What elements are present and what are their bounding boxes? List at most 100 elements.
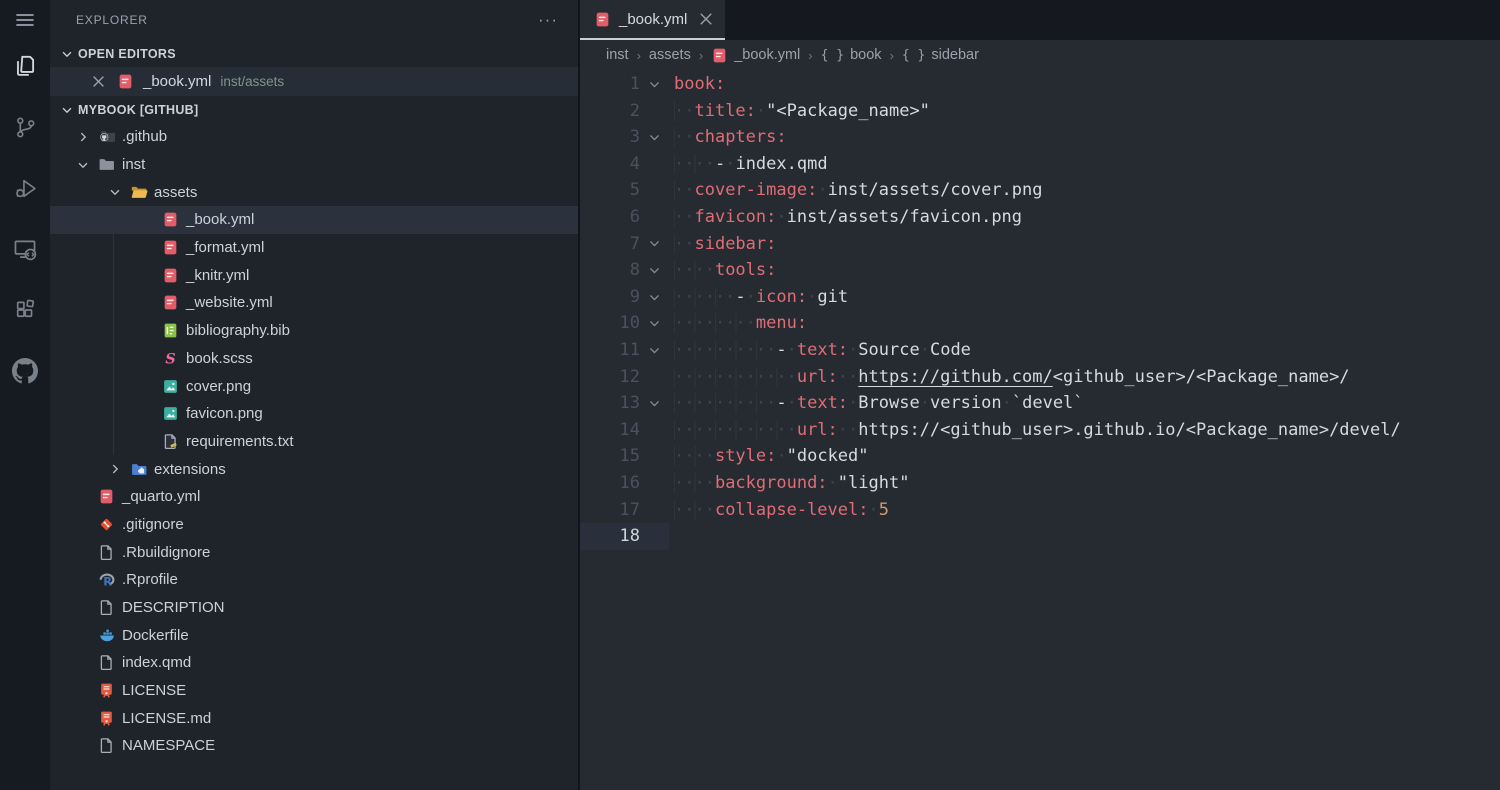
tree-item-description[interactable]: DESCRIPTION — [50, 594, 578, 622]
indent-guide — [113, 345, 114, 373]
tree-item-favicon-png[interactable]: favicon.png — [50, 400, 578, 428]
code-line-content[interactable]: ··········-·text:·Source·Code — [669, 337, 971, 364]
code-line-content[interactable]: ········menu: — [669, 310, 807, 337]
breadcrumb-item-inst[interactable]: inst — [606, 47, 629, 63]
code-line-content[interactable]: ····style:·"docked" — [669, 443, 869, 470]
line-number: 8 — [580, 257, 640, 284]
tree-item--rprofile[interactable]: R.Rprofile — [50, 566, 578, 594]
breadcrumb-item-sidebar[interactable]: { }sidebar — [902, 47, 979, 63]
line-number: 11 — [580, 337, 640, 364]
line-number: 13 — [580, 390, 640, 417]
tree-item-requirements-txt[interactable]: requirements.txt — [50, 428, 578, 456]
extensions-icon[interactable] — [1, 285, 49, 335]
tree-item--rbuildignore[interactable]: .Rbuildignore — [50, 538, 578, 566]
code-editor[interactable]: 1book:2··title:·"<Package_name>"3··chapt… — [580, 70, 1500, 790]
r-icon: R — [98, 571, 120, 588]
tree-item-label: .Rbuildignore — [122, 544, 210, 561]
breadcrumb-item-assets[interactable]: assets — [649, 47, 691, 63]
tree-item-dockerfile[interactable]: Dockerfile — [50, 621, 578, 649]
chevron-right-icon[interactable] — [74, 130, 98, 144]
tree-item-book-scss[interactable]: Sbook.scss — [50, 345, 578, 373]
open-editor-filename: _book.yml — [143, 73, 211, 90]
code-line-content[interactable]: ··title:·"<Package_name>" — [669, 98, 930, 125]
code-line-content[interactable]: ····collapse-level:·5 — [669, 497, 889, 524]
tree-item--book-yml[interactable]: _book.yml — [50, 206, 578, 234]
tree-item--format-yml[interactable]: _format.yml — [50, 234, 578, 262]
fold-chevron-icon[interactable] — [640, 390, 669, 417]
code-line-content[interactable]: ····tools: — [669, 257, 776, 284]
yaml-icon — [162, 294, 184, 311]
line-number: 6 — [580, 204, 640, 231]
license-icon — [98, 710, 120, 727]
tree-item-assets[interactable]: assets — [50, 178, 578, 206]
code-line-content[interactable]: ··chapters: — [669, 124, 787, 151]
line-number: 4 — [580, 151, 640, 178]
tree-item-cover-png[interactable]: cover.png — [50, 372, 578, 400]
open-editors-section-header[interactable]: OPEN EDITORS — [50, 40, 578, 67]
fold-spacer — [640, 417, 669, 444]
fold-spacer — [640, 177, 669, 204]
tree-item-inst[interactable]: inst — [50, 151, 578, 179]
chevron-right-icon[interactable] — [106, 462, 130, 476]
fold-chevron-icon[interactable] — [640, 71, 669, 98]
line-number: 18 — [580, 523, 640, 550]
remote-icon[interactable] — [1, 224, 49, 274]
fold-chevron-icon[interactable] — [640, 231, 669, 258]
tree-item-extensions[interactable]: extensions — [50, 455, 578, 483]
fold-chevron-icon[interactable] — [640, 284, 669, 311]
fold-chevron-icon[interactable] — [640, 337, 669, 364]
fold-chevron-icon[interactable] — [640, 310, 669, 337]
debug-icon[interactable] — [1, 163, 49, 213]
indent-guide — [113, 372, 114, 400]
code-line-4: 4 ····-·index.qmd — [580, 151, 1500, 178]
chevron-down-icon[interactable] — [74, 158, 98, 172]
fold-chevron-icon[interactable] — [640, 257, 669, 284]
tree-item--website-yml[interactable]: _website.yml — [50, 289, 578, 317]
code-line-12: 12············url:··https://github.com/<… — [580, 364, 1500, 391]
breadcrumb-item--book-yml[interactable]: _book.yml — [711, 47, 800, 64]
fold-chevron-icon[interactable] — [640, 124, 669, 151]
bib-icon — [162, 322, 184, 339]
tree-item--knitr-yml[interactable]: _knitr.yml — [50, 261, 578, 289]
tree-item-license[interactable]: LICENSE — [50, 677, 578, 705]
tree-item-index-qmd[interactable]: index.qmd — [50, 649, 578, 677]
more-actions-icon[interactable]: ··· — [538, 15, 558, 25]
open-editor-item[interactable]: _book.yml inst/assets — [50, 67, 578, 96]
breadcrumb-label: assets — [649, 47, 691, 63]
workspace-section-header[interactable]: MYBOOK [GITHUB] — [50, 96, 578, 123]
open-editor-path: inst/assets — [220, 74, 284, 89]
code-line-content[interactable]: ············url:··https://<github_user>.… — [669, 417, 1401, 444]
close-icon[interactable] — [699, 12, 713, 26]
code-line-content[interactable]: ··cover-image:·inst/assets/cover.png — [669, 177, 1043, 204]
line-number: 7 — [580, 231, 640, 258]
tree-item--quarto-yml[interactable]: _quarto.yml — [50, 483, 578, 511]
breadcrumb-item-book[interactable]: { }book — [821, 47, 882, 63]
tree-item--gitignore[interactable]: .gitignore — [50, 511, 578, 539]
source-control-icon[interactable] — [1, 102, 49, 152]
fold-spacer — [640, 443, 669, 470]
breadcrumb-separator: › — [808, 48, 812, 63]
chevron-down-icon[interactable] — [106, 185, 130, 199]
github-icon[interactable] — [1, 346, 49, 396]
tab-book-yml[interactable]: _book.yml — [580, 0, 725, 40]
code-line-content[interactable]: ····-·index.qmd — [669, 151, 828, 178]
code-line-content[interactable] — [669, 523, 674, 550]
code-line-content[interactable]: ····background:·"light" — [669, 470, 909, 497]
tree-item-bibliography-bib[interactable]: bibliography.bib — [50, 317, 578, 345]
code-line-content[interactable]: ······-·icon:·git — [669, 284, 848, 311]
files-icon[interactable] — [1, 41, 49, 91]
code-line-content[interactable]: ··sidebar: — [669, 231, 776, 258]
vscode-window: EXPLORER ··· OPEN EDITORS _book.yml inst… — [0, 0, 1500, 790]
code-line-3: 3··chapters: — [580, 124, 1500, 151]
code-line-content[interactable]: ··favicon:·inst/assets/favicon.png — [669, 204, 1022, 231]
close-icon[interactable] — [92, 75, 105, 88]
code-line-content[interactable]: book: — [669, 71, 725, 98]
fold-spacer — [640, 497, 669, 524]
tree-item-namespace[interactable]: NAMESPACE — [50, 732, 578, 760]
file-icon — [98, 737, 120, 754]
code-line-content[interactable]: ············url:··https://github.com/<gi… — [669, 364, 1350, 391]
menu-icon[interactable] — [1, 0, 49, 40]
tree-item--github[interactable]: .github — [50, 123, 578, 151]
code-line-content[interactable]: ··········-·text:·Browse·version·`devel` — [669, 390, 1084, 417]
tree-item-license-md[interactable]: LICENSE.md — [50, 704, 578, 732]
